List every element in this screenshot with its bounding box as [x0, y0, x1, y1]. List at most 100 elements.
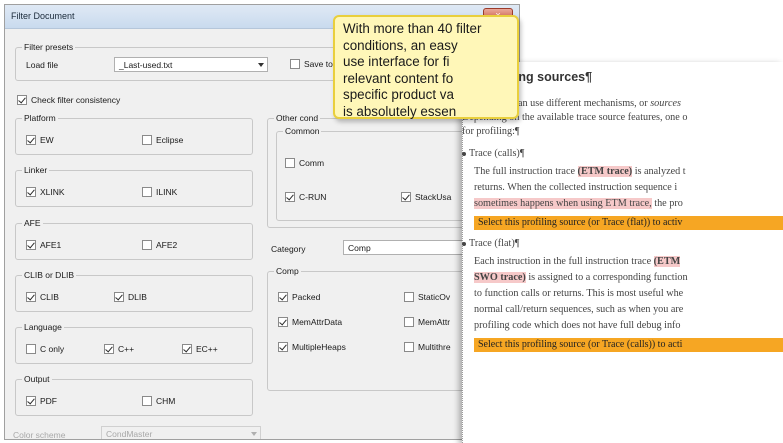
- afe-label: AFE: [22, 218, 43, 228]
- language-cpp-box[interactable]: [104, 344, 114, 354]
- bullet-icon: [462, 151, 466, 156]
- doc-text: Trace (flat)¶: [469, 238, 520, 249]
- doc-line: sometimes happens when using ETM trace, …: [474, 198, 683, 209]
- comp-memattr-label: MemAttr: [418, 317, 451, 327]
- output-chm-box[interactable]: [142, 396, 152, 406]
- comp-staticov-label: StaticOv: [418, 292, 451, 302]
- language-ecpp-label: EC++: [196, 344, 218, 354]
- doc-line: to function calls or returns. This is mo…: [474, 288, 684, 299]
- common-comm-checkbox[interactable]: Comm: [285, 158, 324, 168]
- save-to-checkbox[interactable]: Save to: [290, 59, 333, 69]
- dialog-title: Filter Document: [11, 11, 75, 21]
- linker-ilink-checkbox[interactable]: ILINK: [142, 187, 177, 197]
- common-crun-checkbox[interactable]: C-RUN: [285, 192, 326, 202]
- comp-memattr-checkbox[interactable]: MemAttr: [404, 317, 450, 327]
- clib-dlib-checkbox[interactable]: DLIB: [114, 292, 147, 302]
- clib-dlib-label: DLIB: [128, 292, 147, 302]
- common-comm-label: Comm: [299, 158, 325, 168]
- doc-line: Each instruction in the full instruction…: [474, 256, 681, 267]
- language-c-only-box[interactable]: [26, 344, 36, 354]
- filter-presets-label: Filter presets: [22, 42, 76, 52]
- chevron-down-icon: [258, 63, 264, 67]
- comp-multipleheaps-label: MultipleHeaps: [292, 342, 346, 352]
- platform-ew-checkbox[interactable]: EW: [26, 135, 54, 145]
- category-value: Comp: [348, 243, 371, 253]
- comp-staticov-box[interactable]: [404, 292, 414, 302]
- callout-line: With more than 40 filter: [343, 21, 482, 36]
- condition-highlight: SWO trace): [474, 272, 526, 283]
- afe-afe2-checkbox[interactable]: AFE2: [142, 240, 177, 250]
- comp-memattr-box[interactable]: [404, 317, 414, 327]
- platform-eclipse-checkbox[interactable]: Eclipse: [142, 135, 183, 145]
- comp-staticov-checkbox[interactable]: StaticOv: [404, 292, 450, 302]
- load-file-label: Load file: [26, 60, 59, 70]
- clib-clib-box[interactable]: [26, 292, 36, 302]
- doc-line: The full instruction trace (ETM trace) i…: [474, 166, 686, 177]
- select-profiling-source-bar: Select this profiling source (or Trace (…: [474, 338, 783, 352]
- doc-text: Each instruction in the full instruction…: [474, 256, 654, 267]
- comp-memattrdata-checkbox[interactable]: MemAttrData: [278, 317, 342, 327]
- language-ecpp-checkbox[interactable]: EC++: [182, 344, 218, 354]
- common-stackusage-checkbox[interactable]: StackUsa: [401, 192, 451, 202]
- doc-text: The full instruction trace: [474, 166, 578, 177]
- bullet-title: Trace (flat)¶: [462, 238, 519, 249]
- afe-afe1-box[interactable]: [26, 240, 36, 250]
- feature-callout: With more than 40 filter conditions, an …: [333, 15, 519, 119]
- output-chm-checkbox[interactable]: CHM: [142, 396, 175, 406]
- save-to-box[interactable]: [290, 59, 300, 69]
- check-consistency-box[interactable]: [17, 95, 27, 105]
- chevron-down-icon: [251, 432, 257, 436]
- common-comm-box[interactable]: [285, 158, 295, 168]
- platform-ew-box[interactable]: [26, 135, 36, 145]
- color-scheme-select[interactable]: CondMaster: [101, 426, 261, 439]
- condition-highlight: sometimes happens when using ETM trace,: [474, 198, 652, 209]
- doc-line: profiling code which does not have full …: [474, 320, 681, 331]
- check-consistency-checkbox[interactable]: Check filter consistency: [17, 95, 120, 105]
- language-c-only-label: C only: [40, 344, 65, 354]
- doc-line: normal call/return sequences, such as wh…: [474, 304, 684, 315]
- category-label: Category: [271, 244, 306, 254]
- comp-multithread-box[interactable]: [404, 342, 414, 352]
- callout-line: conditions, an easy: [343, 37, 458, 53]
- doc-text-italic: sources: [650, 98, 681, 109]
- linker-group: Linker XLINK ILINK: [15, 165, 253, 207]
- comp-multipleheaps-checkbox[interactable]: MultipleHeaps: [278, 342, 346, 352]
- comp-multithread-label: Multithre: [418, 342, 451, 352]
- output-pdf-checkbox[interactable]: PDF: [26, 396, 57, 406]
- platform-eclipse-box[interactable]: [142, 135, 152, 145]
- clib-dlib-box[interactable]: [114, 292, 124, 302]
- doc-text: Trace (calls)¶: [469, 148, 525, 159]
- common-stackusage-box[interactable]: [401, 192, 411, 202]
- language-cpp-checkbox[interactable]: C++: [104, 344, 134, 354]
- clib-label: CLIB or DLIB: [22, 270, 77, 280]
- common-label: Common: [283, 126, 322, 136]
- language-group: Language C only C++ EC++: [15, 322, 253, 364]
- color-scheme-value: CondMaster: [106, 429, 153, 439]
- load-file-select[interactable]: _Last-used.txt: [114, 57, 268, 72]
- comp-multipleheaps-box[interactable]: [278, 342, 288, 352]
- platform-ew-label: EW: [40, 135, 54, 145]
- comp-packed-label: Packed: [292, 292, 321, 302]
- clib-clib-label: CLIB: [40, 292, 59, 302]
- comp-packed-box[interactable]: [278, 292, 288, 302]
- linker-ilink-label: ILINK: [156, 187, 178, 197]
- language-label: Language: [22, 322, 64, 332]
- linker-xlink-checkbox[interactable]: XLINK: [26, 187, 65, 197]
- linker-ilink-box[interactable]: [142, 187, 152, 197]
- callout-line: use interface for fi: [343, 54, 450, 70]
- comp-packed-checkbox[interactable]: Packed: [278, 292, 320, 302]
- output-pdf-box[interactable]: [26, 396, 36, 406]
- language-ecpp-box[interactable]: [182, 344, 192, 354]
- linker-xlink-box[interactable]: [26, 187, 36, 197]
- output-pdf-label: PDF: [40, 396, 57, 406]
- load-file-value: _Last-used.txt: [119, 60, 173, 70]
- comp-multithread-checkbox[interactable]: Multithre: [404, 342, 451, 352]
- afe-afe2-box[interactable]: [142, 240, 152, 250]
- afe-afe1-checkbox[interactable]: AFE1: [26, 240, 61, 250]
- clib-clib-checkbox[interactable]: CLIB: [26, 292, 59, 302]
- callout-line: specific product va: [343, 87, 454, 103]
- comp-memattrdata-box[interactable]: [278, 317, 288, 327]
- common-crun-box[interactable]: [285, 192, 295, 202]
- language-c-only-checkbox[interactable]: C only: [26, 344, 64, 354]
- bullet-title: Trace (calls)¶: [462, 148, 524, 159]
